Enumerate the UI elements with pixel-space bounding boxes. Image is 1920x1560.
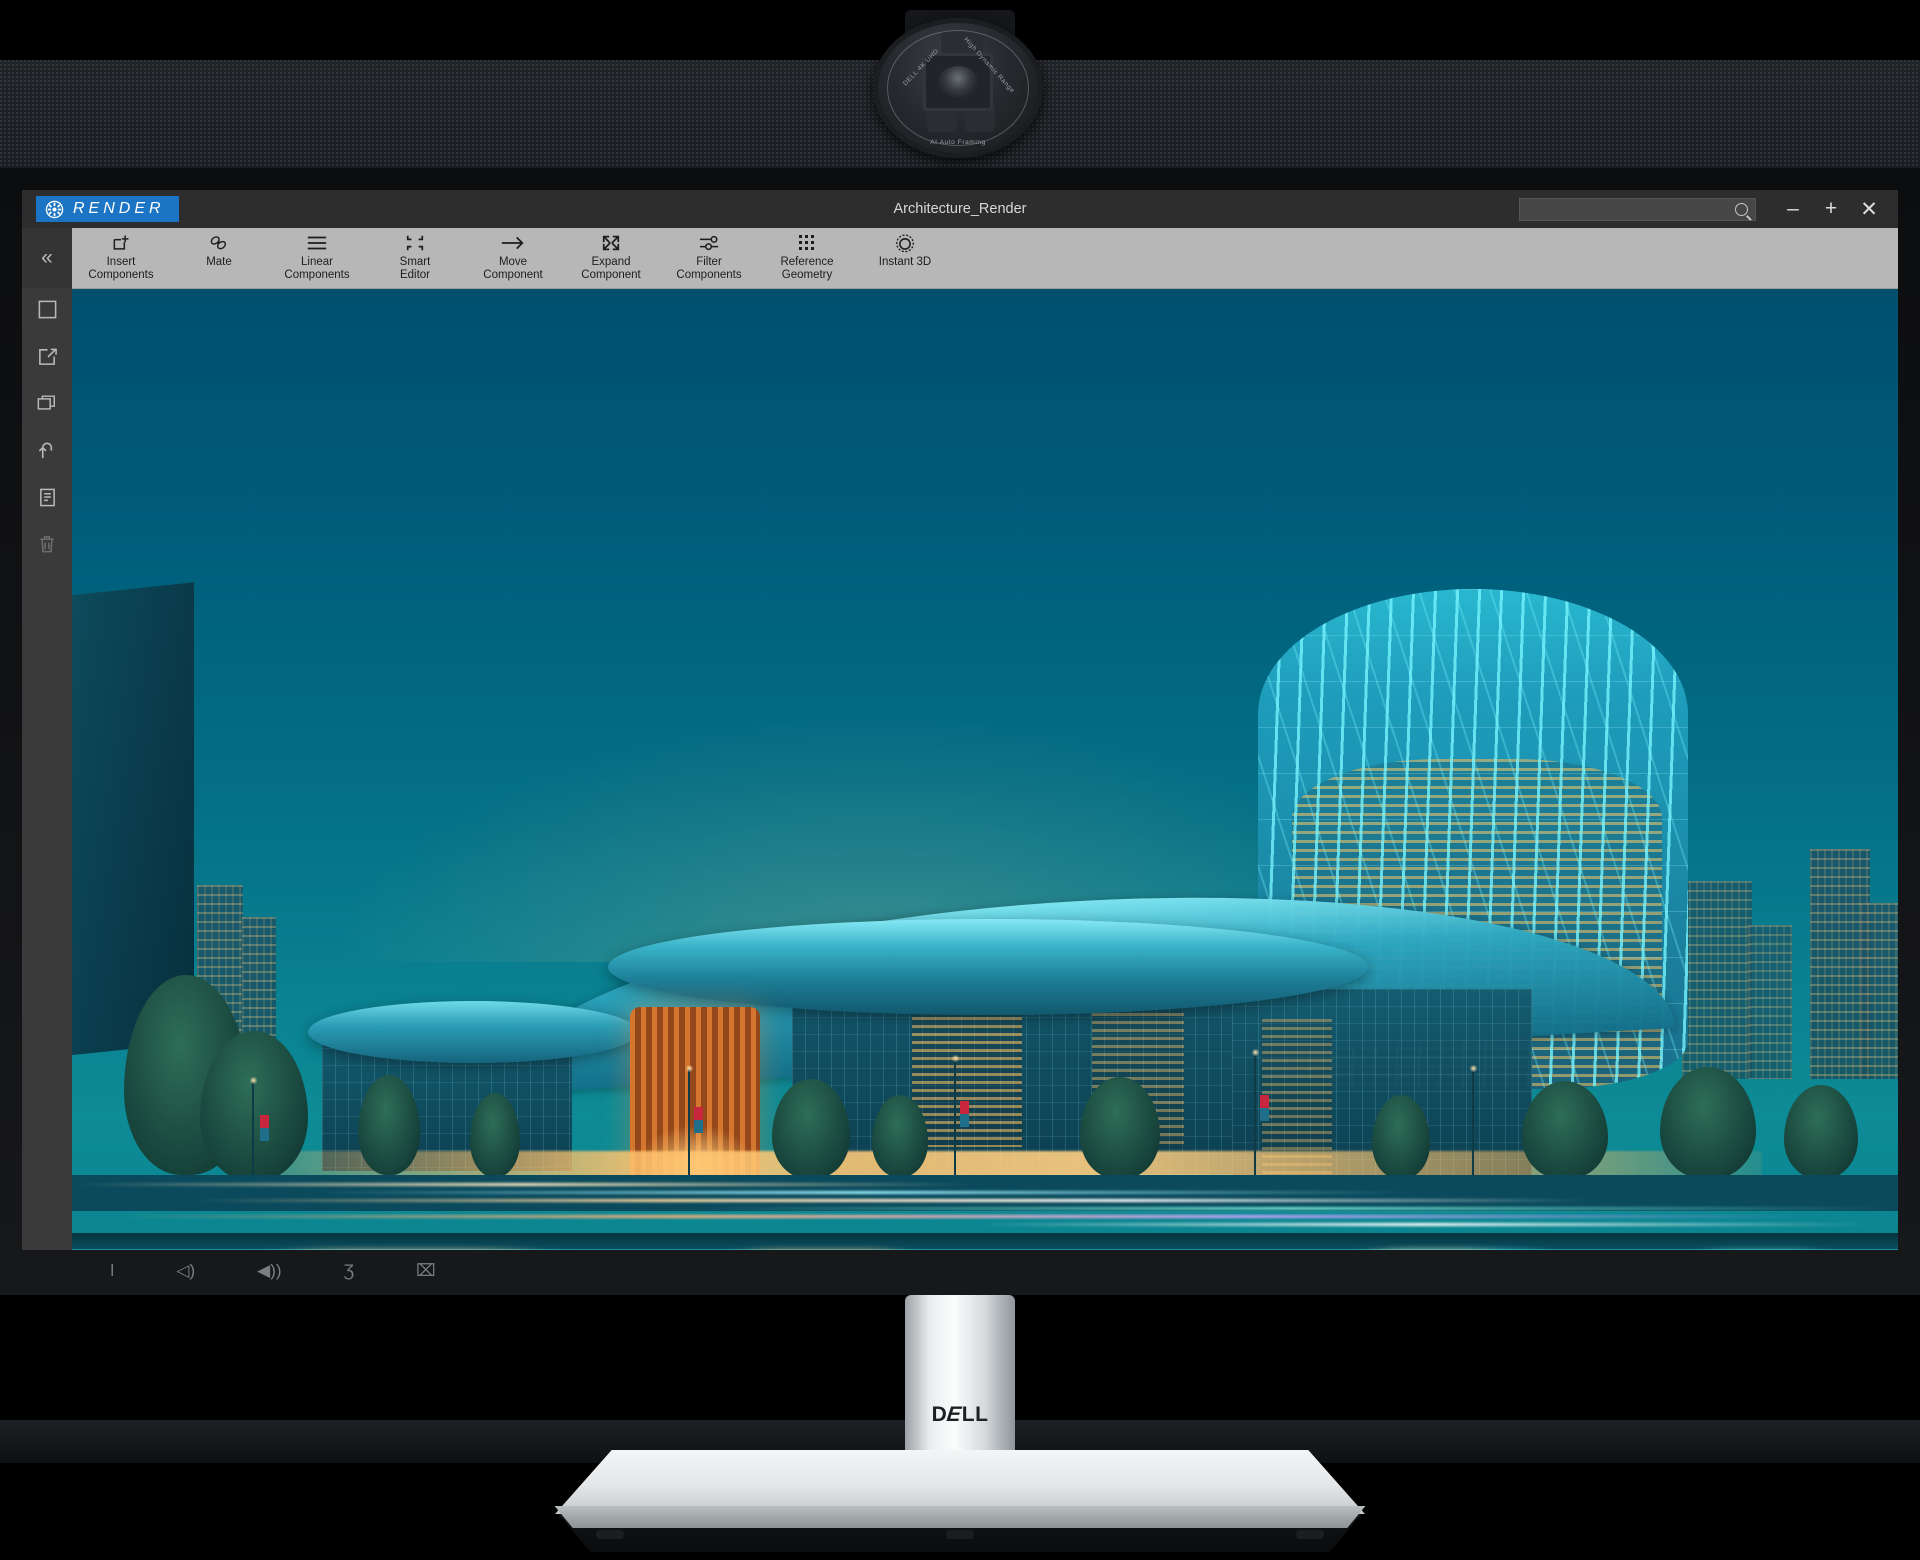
- distant-tower: [1748, 925, 1792, 1079]
- sidebar-item-undo[interactable]: [22, 429, 72, 476]
- camera-off-button[interactable]: ⌧: [416, 1262, 436, 1279]
- window-controls-group: – + ✕: [1519, 190, 1898, 228]
- stand-foot-left: [596, 1530, 624, 1539]
- screenshot-root: DELL 4K UHD High Dynamic Range AI Auto F…: [0, 0, 1920, 1560]
- street-lamp: [1469, 1065, 1478, 1177]
- sliders-icon: [698, 232, 720, 254]
- street-banner: [260, 1115, 269, 1141]
- webcam-label-framing: AI Auto Framing: [930, 139, 986, 146]
- traffic-light-trails: [72, 1177, 1898, 1235]
- water-ripples: [72, 1249, 1898, 1250]
- monitor-stand-base: [555, 1450, 1365, 1514]
- tool-linear-components[interactable]: Linear Components: [268, 228, 366, 281]
- tool-label: Mate: [206, 256, 232, 268]
- street-lamp: [951, 1055, 960, 1177]
- dell-monitor: DELL 4K UHD High Dynamic Range AI Auto F…: [0, 0, 1920, 1463]
- street-banner: [694, 1107, 703, 1133]
- app-brand-name: RENDER: [73, 200, 165, 217]
- expand-arrows-icon: [600, 232, 622, 254]
- webcam-module[interactable]: DELL 4K UHD High Dynamic Range AI Auto F…: [873, 18, 1043, 158]
- tool-move-component[interactable]: Move Component: [464, 228, 562, 281]
- search-input[interactable]: [1519, 197, 1756, 221]
- dell-logo: DELL: [931, 1403, 989, 1426]
- tool-label: Instant 3D: [878, 256, 932, 268]
- stand-base-lip: [554, 1506, 1366, 1528]
- sidebar-item-document[interactable]: [22, 476, 72, 523]
- chain-link-icon: [208, 232, 230, 254]
- document-icon: [38, 487, 57, 513]
- minimize-button[interactable]: –: [1774, 190, 1812, 228]
- tool-insert-components[interactable]: Insert Components: [72, 228, 170, 281]
- monitor-bezel: RENDER Architecture_Render – + ✕ Insert …: [0, 168, 1920, 1463]
- app-brand-badge[interactable]: RENDER: [36, 196, 179, 222]
- copy-layers-icon: [36, 393, 58, 418]
- street-lamp: [1251, 1049, 1260, 1177]
- street-banner: [1260, 1095, 1269, 1121]
- dot-grid-icon: [797, 232, 817, 254]
- secondary-canopy-roof: [308, 1001, 638, 1063]
- tool-label: Insert Components: [88, 256, 154, 281]
- sun-dial-icon: [894, 232, 916, 254]
- tool-instant-3d[interactable]: Instant 3D: [856, 228, 954, 269]
- crop-corners-icon: [404, 232, 426, 254]
- microphone-mute-button[interactable]: Ʒ: [344, 1262, 354, 1279]
- distant-tower: [1682, 881, 1752, 1079]
- render-application-window: RENDER Architecture_Render – + ✕ Insert …: [22, 190, 1898, 1250]
- elliptical-canopy-roof: [608, 919, 1368, 1015]
- street-lamp: [249, 1077, 258, 1177]
- street-banner: [960, 1101, 969, 1127]
- stand-foot-center: [946, 1530, 974, 1539]
- tool-filter-components[interactable]: Filter Components: [660, 228, 758, 281]
- volume-up-button[interactable]: ◀)): [257, 1262, 281, 1279]
- monitor-screen: RENDER Architecture_Render – + ✕ Insert …: [22, 190, 1898, 1250]
- maximize-button[interactable]: +: [1812, 190, 1850, 228]
- right-arrow-icon: [500, 232, 526, 254]
- tool-label: Move Component: [483, 256, 543, 281]
- square-icon: [37, 299, 58, 325]
- tool-reference-geometry[interactable]: Reference Geometry: [758, 228, 856, 281]
- close-button[interactable]: ✕: [1850, 190, 1888, 228]
- hamburger-lines-icon: [306, 232, 328, 254]
- tool-mate[interactable]: Mate: [170, 228, 268, 269]
- render-viewport[interactable]: [72, 289, 1898, 1250]
- edit-box-icon: [37, 346, 58, 372]
- street-lamp: [685, 1065, 694, 1177]
- sidebar-collapse-button[interactable]: «: [22, 228, 72, 288]
- reflecting-pool: [72, 1249, 1898, 1250]
- stand-foot-right: [1296, 1530, 1324, 1539]
- sidebar-item-select[interactable]: [22, 288, 72, 335]
- ribbon-toolbar: Insert Components Mate Linear Components…: [22, 228, 1898, 289]
- title-bar: RENDER Architecture_Render – + ✕: [22, 190, 1898, 228]
- pool-edge: [72, 1233, 1898, 1249]
- tool-label: Expand Component: [581, 256, 641, 281]
- search-icon: [1735, 202, 1748, 216]
- tool-label: Smart Editor: [399, 256, 431, 281]
- sidebar-item-edit[interactable]: [22, 335, 72, 382]
- sidebar-item-duplicate[interactable]: [22, 382, 72, 429]
- monitor-osd-buttons: ǀ ◁) ◀)) Ʒ ⌧: [110, 1262, 436, 1279]
- sidebar-item-delete[interactable]: [22, 523, 72, 570]
- monitor-stand-neck: DELL: [905, 1295, 1015, 1475]
- tool-smart-editor[interactable]: Smart Editor: [366, 228, 464, 281]
- insert-component-icon: [111, 232, 131, 254]
- distant-tower: [1860, 903, 1898, 1079]
- tool-label: Filter Components: [676, 256, 742, 281]
- tool-expand-component[interactable]: Expand Component: [562, 228, 660, 281]
- gear-icon: [45, 200, 64, 219]
- tool-label: Reference Geometry: [780, 256, 834, 281]
- volume-down-button[interactable]: ◁): [176, 1262, 195, 1279]
- undo-arrow-icon: [37, 440, 58, 466]
- tool-label: Linear Components: [284, 256, 350, 281]
- trash-icon: [37, 534, 57, 560]
- left-sidebar: «: [22, 228, 72, 1250]
- joystick-button[interactable]: ǀ: [110, 1262, 114, 1279]
